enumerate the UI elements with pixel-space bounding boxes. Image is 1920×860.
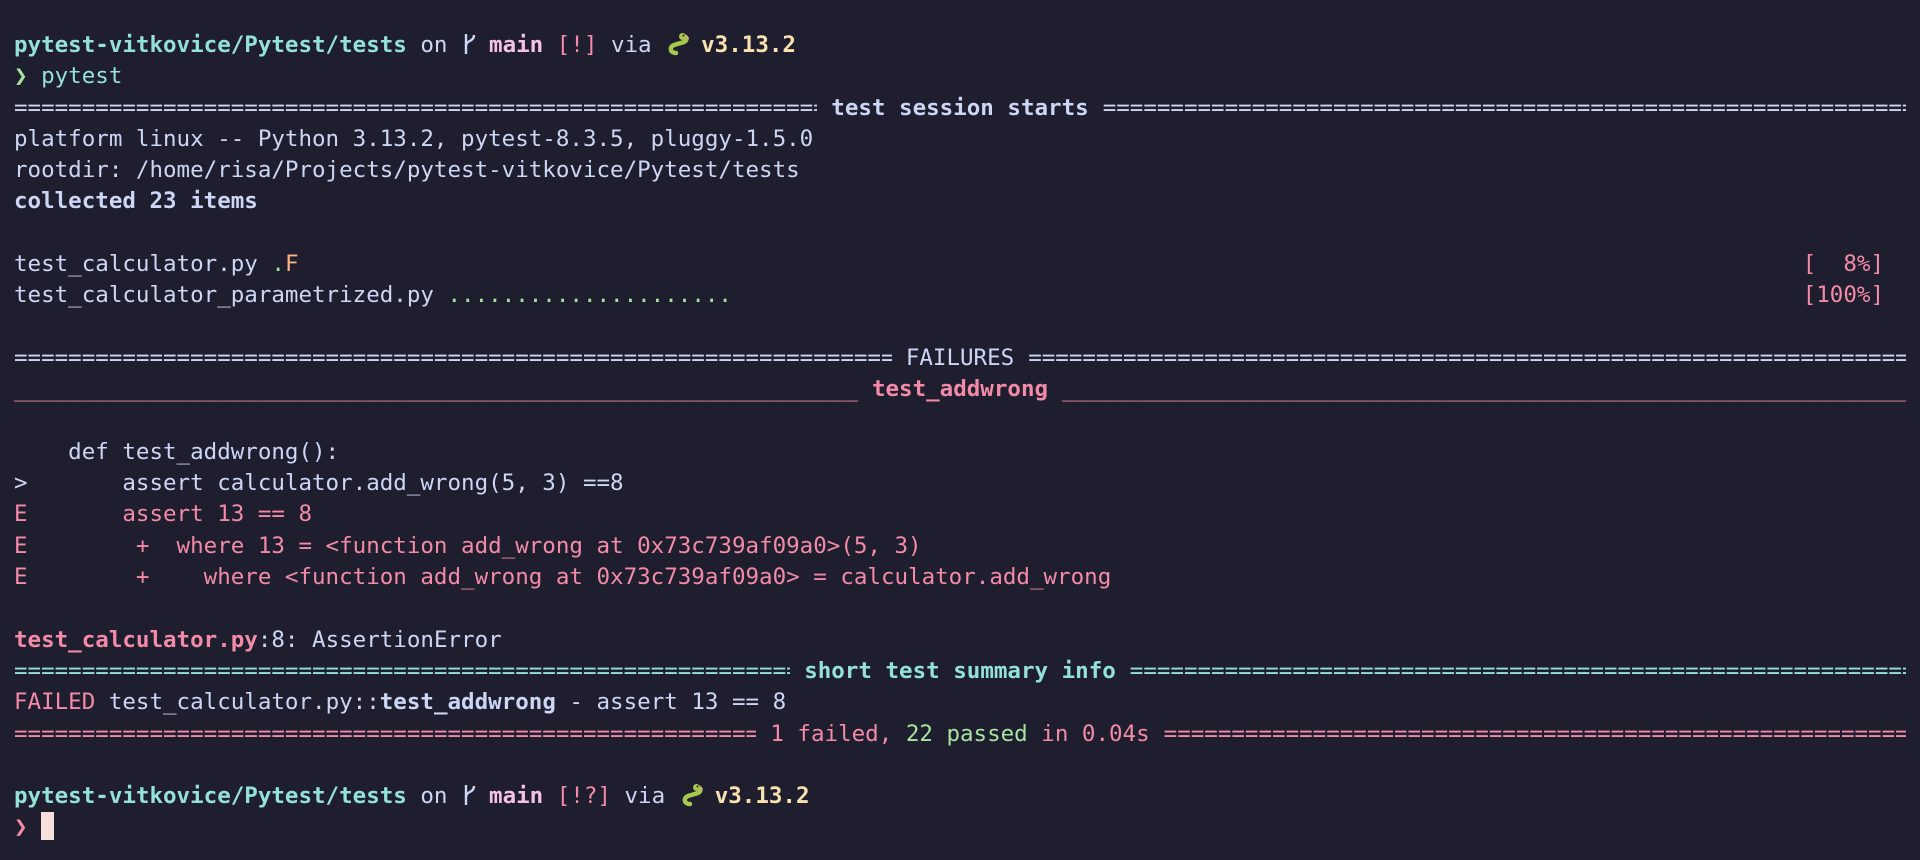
prompt-on: on (420, 32, 448, 58)
error-text: + where 13 = <function add_wrong at 0x73… (27, 532, 922, 559)
result-row: test_calculator.py . F [ 8%] (14, 249, 1906, 280)
summary-separator: short test summary info (14, 656, 1906, 687)
passed-count: 22 passed (905, 720, 1028, 747)
failed-test: test_addwrong (379, 689, 556, 716)
prompt-via: via (624, 783, 666, 810)
separator-right (1103, 93, 1906, 124)
separator-left (14, 93, 817, 124)
text-cursor[interactable] (41, 812, 55, 841)
command-text: pytest (41, 63, 123, 90)
platform-line: platform linux -- Python 3.13.2, pytest-… (14, 125, 814, 152)
failed-message: - assert 13 == 8 (555, 689, 787, 716)
terminal-window[interactable]: pytest-vitkovice/Pytest/tests on main [!… (0, 0, 1920, 860)
separator-left (14, 656, 790, 687)
separator-left (14, 343, 892, 374)
git-status: [!?] (556, 783, 611, 810)
git-branch-icon (464, 785, 476, 806)
separator-right (1130, 656, 1906, 687)
failures-header: FAILURES (905, 344, 1015, 371)
error-prefix: E (14, 532, 28, 559)
git-branch-name: main (489, 32, 544, 58)
code-prefix (14, 439, 28, 465)
git-branch-icon (464, 34, 476, 54)
summary-header: short test summary info (804, 657, 1116, 684)
result-file: test_calculator_parametrized.py (14, 282, 434, 309)
separator-right (1028, 343, 1906, 374)
duration: in 0.04s (1041, 720, 1150, 747)
session-separator: test session starts (14, 93, 1906, 124)
error-prefix: E (14, 501, 28, 528)
prompt-path: pytest-vitkovice/Pytest/tests (14, 783, 407, 810)
prompt-arrow: ❯ (14, 814, 28, 841)
separator-right (1062, 374, 1906, 405)
command-line: ❯ pytest (14, 61, 1906, 92)
separator-right (1164, 719, 1906, 750)
failures-separator: FAILURES (14, 343, 1906, 374)
error-prefix: E (14, 564, 28, 591)
error-line: E + where 13 = <function add_wrong at 0x… (14, 531, 1906, 562)
error-line: E + where <function add_wrong at 0x73c73… (14, 562, 1906, 593)
code-line: def test_addwrong(): (14, 437, 1906, 468)
git-branch-name: main (489, 783, 544, 810)
error-text: + where <function add_wrong at 0x73c739a… (27, 564, 1112, 591)
prompt-via: via (610, 32, 652, 58)
error-text: assert 13 == 8 (27, 501, 313, 528)
result-progress: [ 8%] (1802, 251, 1884, 278)
prompt-on: on (420, 783, 448, 810)
result-pass-marks: ..................... (447, 282, 732, 309)
code-text: assert calculator.add_wrong(5, 3) ==8 (27, 470, 624, 497)
separator-left (14, 374, 858, 405)
result-fail-marks: F (284, 251, 299, 278)
failed-summary-line: FAILED test_calculator.py::test_addwrong… (14, 687, 1906, 718)
python-snake-icon (668, 33, 690, 56)
separator-left (14, 719, 756, 750)
result-progress: [100%] (1802, 282, 1884, 309)
rootdir-line: rootdir: /home/risa/Projects/pytest-vitk… (14, 157, 800, 184)
prompt-path: pytest-vitkovice/Pytest/tests (14, 32, 407, 58)
result-file: test_calculator.py (14, 251, 258, 278)
git-status: [!] (556, 32, 598, 58)
session-header: test session starts (831, 94, 1089, 121)
error-location-rest: :8: AssertionError (257, 626, 502, 653)
python-version: v3.13.2 (701, 32, 796, 58)
shell-prompt: pytest-vitkovice/Pytest/tests on main [!… (14, 30, 1906, 61)
code-line: > assert calculator.add_wrong(5, 3) ==8 (14, 468, 1906, 499)
failed-test-name: test_addwrong (871, 376, 1049, 403)
final-result-separator: 1 failed, 22 passed in 0.04s (14, 719, 1906, 750)
failed-path: test_calculator.py:: (108, 689, 380, 716)
collected-line: collected 23 items (14, 188, 258, 215)
result-separator-comma: , (878, 720, 893, 747)
result-row: test_calculator_parametrized.py ........… (14, 280, 1906, 311)
prompt-arrow: ❯ (14, 63, 28, 90)
code-prefix: > (14, 470, 28, 497)
input-line[interactable]: ❯ (14, 812, 1906, 843)
failed-count: 1 failed (770, 720, 879, 747)
python-version: v3.13.2 (714, 783, 810, 810)
python-snake-icon (682, 784, 703, 807)
error-location-file: test_calculator.py (14, 626, 258, 653)
code-text: def test_addwrong(): (27, 438, 340, 465)
shell-prompt: pytest-vitkovice/Pytest/tests on main [!… (14, 781, 1906, 812)
error-location: test_calculator.py:8: AssertionError (14, 625, 1906, 656)
failed-label: FAILED (14, 689, 96, 716)
test-name-separator: test_addwrong (14, 374, 1906, 405)
result-pass-marks: . (271, 251, 285, 278)
error-line: E assert 13 == 8 (14, 499, 1906, 530)
